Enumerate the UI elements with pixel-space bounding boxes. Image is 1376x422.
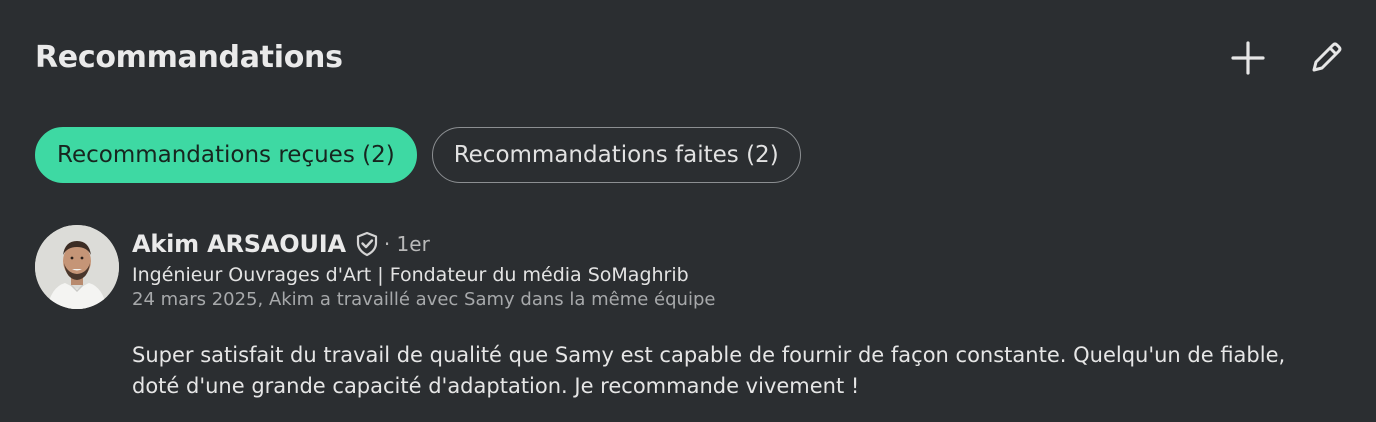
- section-actions: [1224, 36, 1350, 80]
- pencil-icon: [1312, 42, 1342, 72]
- recommendations-section: Recommandations Recommandations reçues (…: [0, 0, 1376, 422]
- author-headline: Ingénieur Ouvrages d'Art | Fondateur du …: [132, 264, 689, 286]
- tab-received[interactable]: Recommandations reçues (2): [35, 127, 417, 183]
- recommendation-meta: 24 mars 2025, Akim a travaillé avec Samy…: [132, 289, 716, 310]
- avatar[interactable]: [35, 225, 119, 309]
- recommendation-body: Akim ARSAOUIA · 1er Ingénieur Ouvrages d…: [132, 225, 1346, 402]
- add-recommendation-button[interactable]: [1224, 36, 1272, 80]
- section-title: Recommandations: [35, 40, 343, 75]
- connection-degree: · 1er: [383, 232, 430, 256]
- tab-given[interactable]: Recommandations faites (2): [431, 127, 801, 183]
- author-name[interactable]: Akim ARSAOUIA: [132, 230, 346, 258]
- edit-recommendations-button[interactable]: [1302, 36, 1350, 80]
- recommendation-text: Super satisfait du travail de qualité qu…: [132, 343, 1286, 398]
- recommendation-tabs: Recommandations reçues (2) Recommandatio…: [35, 127, 801, 183]
- author-row: Akim ARSAOUIA · 1er: [132, 226, 1346, 262]
- plus-icon: [1231, 41, 1265, 75]
- verified-shield-icon: [354, 231, 380, 257]
